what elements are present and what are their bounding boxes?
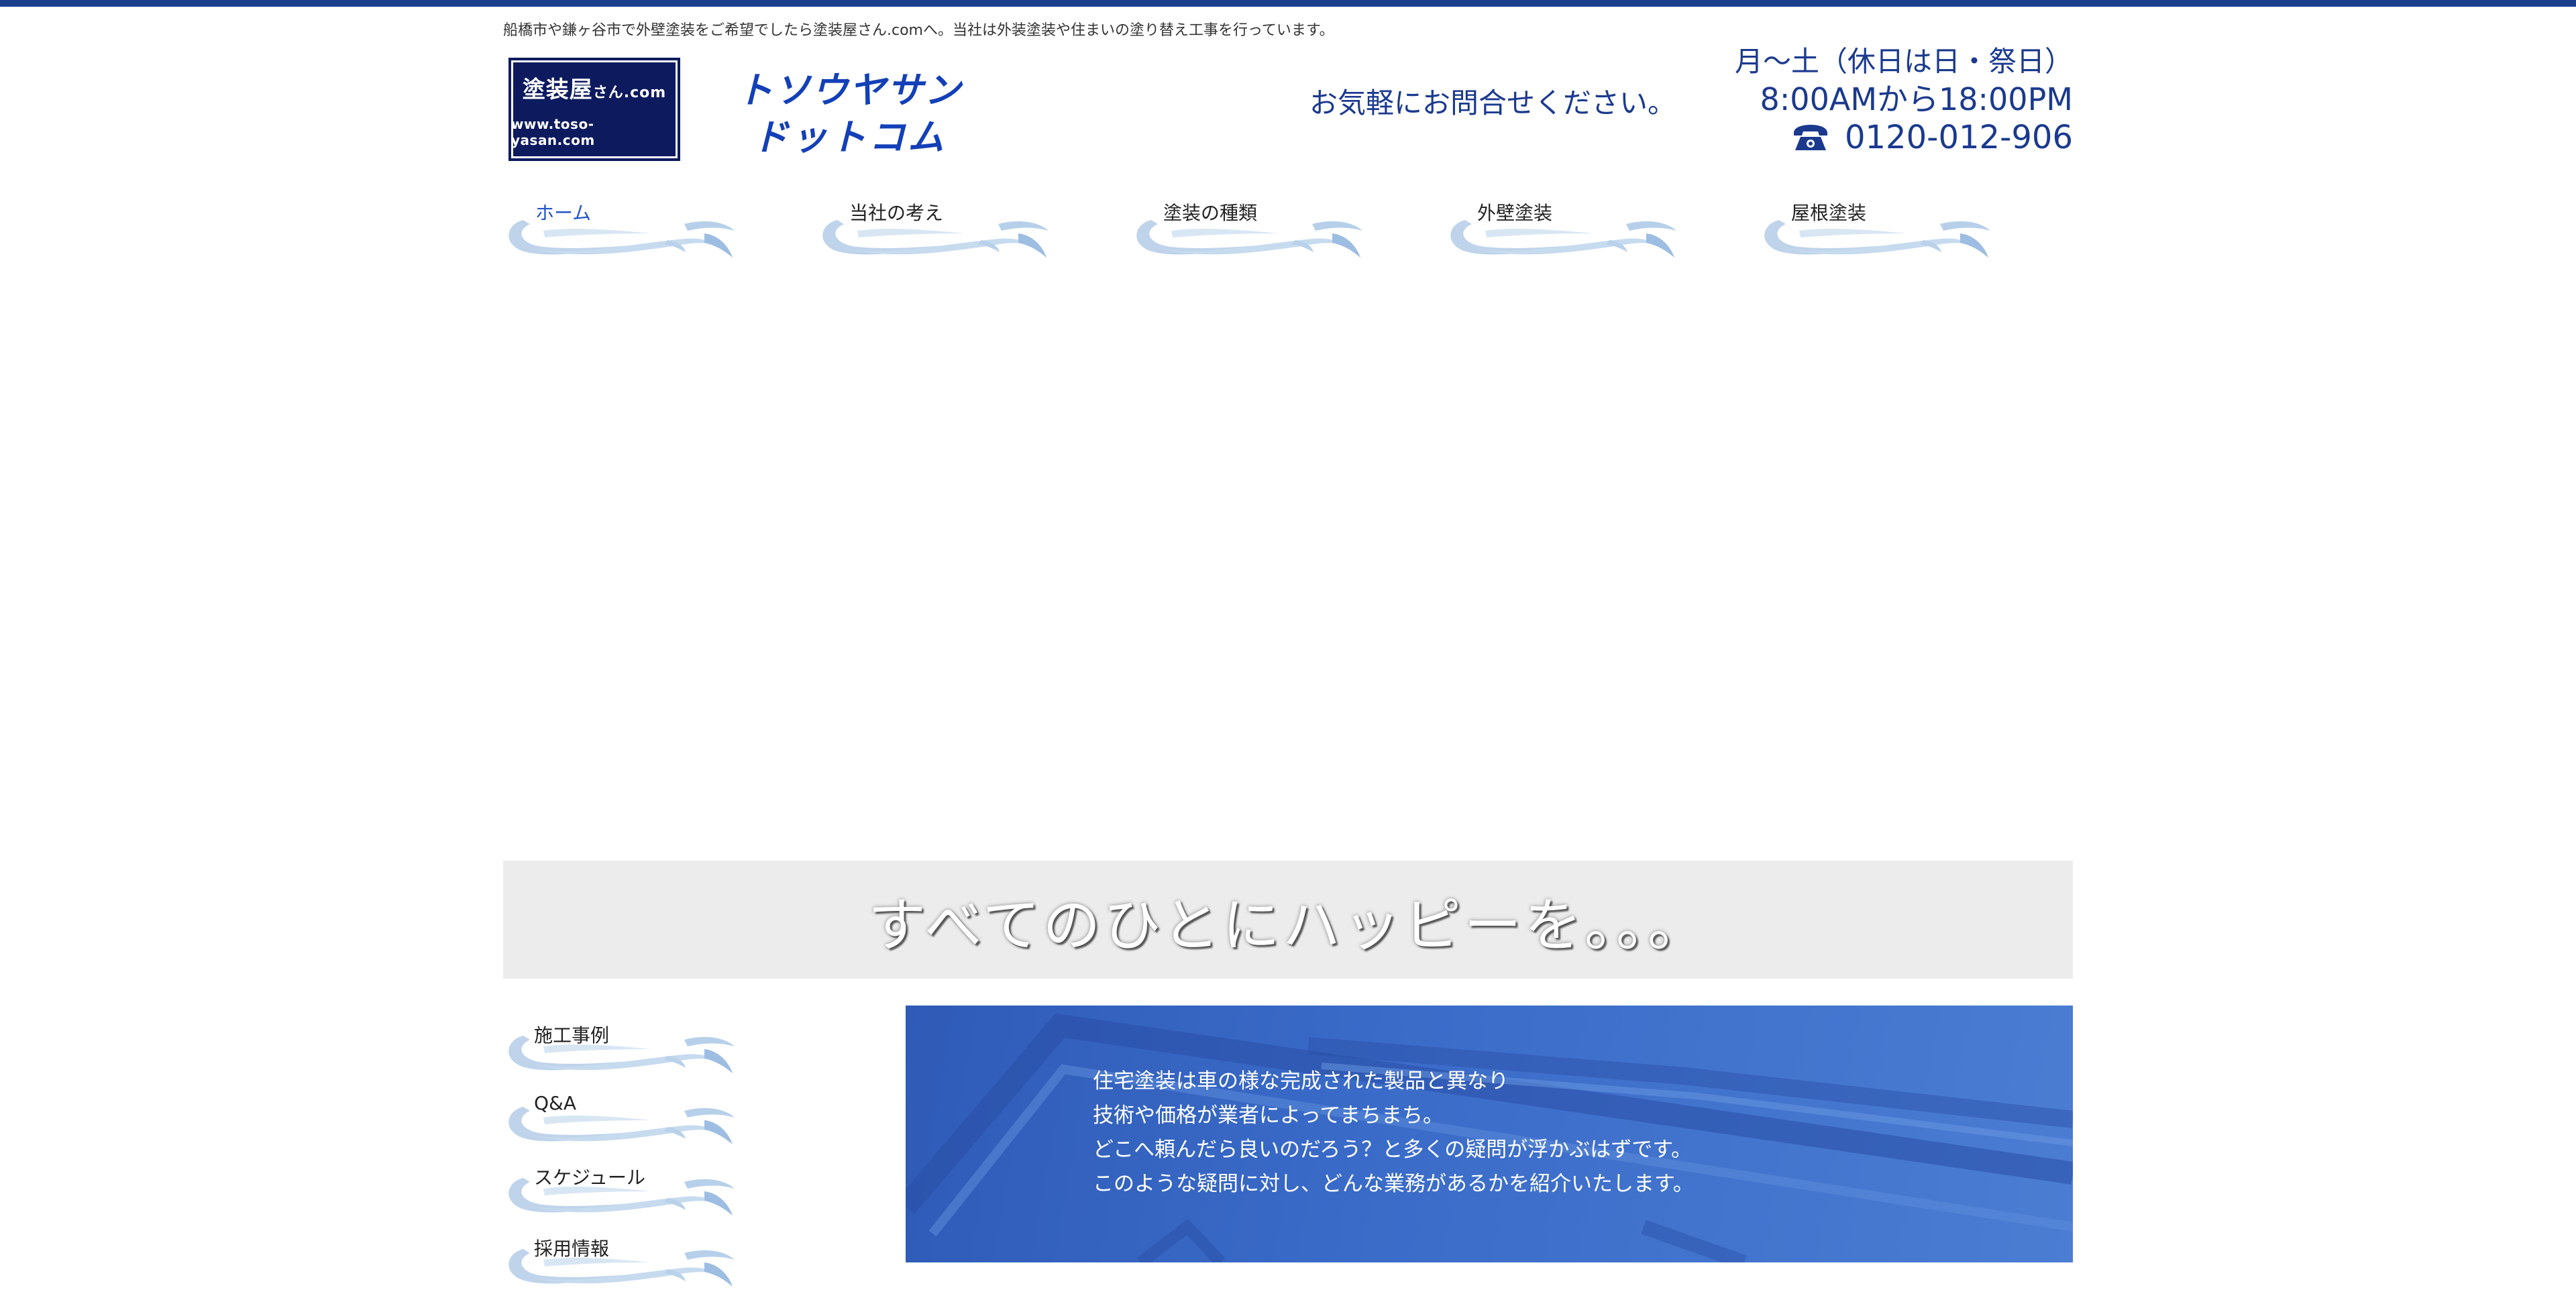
logo-url: www.toso-yasan.com: [511, 115, 595, 148]
nav-item-philosophy[interactable]: 当社の考え: [817, 199, 1059, 272]
slogan-banner: すべてのひとにハッピーを。。。: [503, 861, 2073, 979]
nav-item-paint-types[interactable]: 塗装の種類: [1131, 199, 1373, 272]
business-hours: 8:00AMから18:00PM: [1760, 81, 2073, 117]
business-days: 月〜土（休日は日・祭日）: [1734, 45, 2073, 78]
contact-info: 月〜土（休日は日・祭日） 8:00AMから18:00PM 0120-012-90…: [1735, 43, 2073, 157]
site-tagline: 船橋市や鎌ヶ谷市で外壁塗装をご希望でしたら塗装屋さん.comへ。当社は外装塗装や…: [503, 22, 1334, 39]
nav-label: 当社の考え: [849, 202, 944, 224]
phone-icon: [1793, 125, 1827, 150]
sidebar-label: スケジュール: [534, 1167, 646, 1189]
sidebar-item-works[interactable]: 施工事例: [503, 1010, 745, 1081]
intro-text: 住宅塗装は車の様な完成された製品と異なり 技術や価格が業者によってまちまち。 ど…: [1093, 1065, 1694, 1201]
slogan-text: すべてのひとにハッピーを。。。: [868, 891, 1708, 959]
nav-item-home[interactable]: ホーム: [503, 199, 745, 272]
sidebar-label: 施工事例: [534, 1024, 610, 1046]
sidebar-item-qa[interactable]: Q&A: [503, 1081, 745, 1152]
hero-area: [503, 282, 2073, 845]
nav-item-roof[interactable]: 屋根塗装: [1759, 199, 2000, 272]
sidebar-menu: 施工事例 Q&A スケジュール 採用情報: [503, 1010, 758, 1295]
intro-panel: 住宅塗装は車の様な完成された製品と異なり 技術や価格が業者によってまちまち。 ど…: [906, 1006, 2073, 1262]
intro-line: 住宅塗装は車の様な完成された製品と異なり: [1093, 1069, 1509, 1093]
sidebar-item-recruit[interactable]: 採用情報: [503, 1224, 745, 1295]
logo-kana-text[interactable]: トソウヤサン ドットコム: [708, 67, 990, 161]
page-container: 船橋市や鎌ヶ谷市で外壁塗装をご希望でしたら塗装屋さん.comへ。当社は外装塗装や…: [503, 0, 2073, 1262]
nav-item-exterior-wall[interactable]: 外壁塗装: [1445, 199, 1686, 272]
intro-line: このような疑問に対し、どんな業務があるかを紹介いたします。: [1093, 1172, 1694, 1196]
site-logo[interactable]: 塗装屋さん.com www.toso-yasan.com: [508, 58, 680, 161]
nav-label: 外壁塗装: [1477, 202, 1553, 224]
intro-line: どこへ頼んだら良いのだろう？と多くの疑問が浮かぶはずです。: [1093, 1138, 1693, 1162]
phone-number: 0120-012-906: [1844, 119, 2073, 156]
sidebar-label: 採用情報: [534, 1238, 610, 1260]
sidebar-label: Q&A: [534, 1092, 577, 1114]
sidebar-item-schedule[interactable]: スケジュール: [503, 1152, 745, 1224]
nav-label: 塗装の種類: [1163, 202, 1258, 224]
main-nav: ホーム 当社の考え 塗装の種類 外壁塗装 屋根塗装: [503, 199, 2073, 272]
contact-lead: お気軽にお問合せください。: [1309, 87, 1676, 119]
intro-line: 技術や価格が業者によってまちまち。: [1093, 1103, 1444, 1128]
nav-label: ホーム: [535, 202, 592, 224]
nav-label: 屋根塗装: [1791, 202, 1867, 224]
logo-line1: 塗装屋さん.com: [522, 76, 667, 103]
phone-number-row[interactable]: 0120-012-906: [1735, 118, 2073, 157]
